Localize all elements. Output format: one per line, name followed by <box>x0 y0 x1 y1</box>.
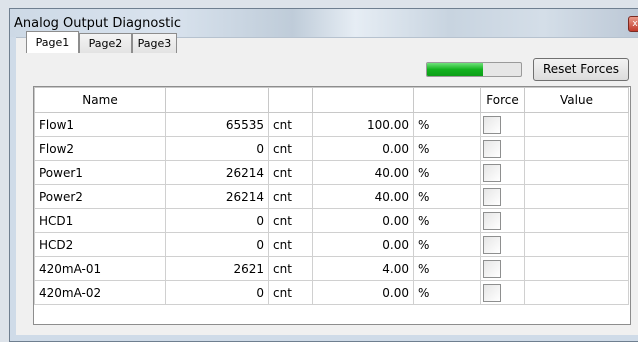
cell-count-unit: cnt <box>268 136 313 161</box>
cell-percent: 0.00 <box>312 280 414 305</box>
column-header-value[interactable]: Value <box>524 87 629 113</box>
force-checkbox[interactable] <box>483 235 501 254</box>
force-checkbox[interactable] <box>483 115 501 134</box>
cell-percent-unit: % <box>413 256 481 281</box>
progress-bar-fill <box>427 63 484 76</box>
cell-name: Power2 <box>34 184 166 209</box>
tab-page2[interactable]: Page2 <box>79 33 132 53</box>
cell-percent: 100.00 <box>312 112 414 137</box>
tab-page1[interactable]: Page1 <box>26 31 79 53</box>
reset-forces-button[interactable]: Reset Forces <box>533 58 629 81</box>
cell-percent: 40.00 <box>312 184 414 209</box>
cell-force <box>480 256 525 281</box>
cell-percent-unit: % <box>413 280 481 305</box>
column-header-percent[interactable] <box>312 87 414 113</box>
cell-force <box>480 232 525 257</box>
cell-value[interactable] <box>524 208 629 233</box>
close-icon: x <box>632 19 638 29</box>
table-row[interactable]: HCD2 0 cnt 0.00% <box>34 232 629 257</box>
close-button[interactable]: x <box>628 16 638 32</box>
cell-name: HCD2 <box>34 232 166 257</box>
cell-count-unit: cnt <box>268 256 313 281</box>
cell-name: 420mA-01 <box>34 256 166 281</box>
force-checkbox[interactable] <box>483 139 501 158</box>
table-row[interactable]: Flow1 65535 cnt 100.00% <box>34 112 629 137</box>
progress-bar <box>426 62 522 77</box>
cell-count: 0 <box>165 280 269 305</box>
force-checkbox[interactable] <box>483 283 501 302</box>
cell-count: 0 <box>165 232 269 257</box>
cell-name: Flow2 <box>34 136 166 161</box>
column-header-count-unit[interactable] <box>268 87 313 113</box>
cell-force <box>480 208 525 233</box>
cell-name: Flow1 <box>34 112 166 137</box>
output-grid: Name Force Value Flow1 65535 cnt 100.00% Flo… <box>33 86 631 325</box>
cell-percent: 0.00 <box>312 208 414 233</box>
force-checkbox[interactable] <box>483 259 501 278</box>
cell-percent-unit: % <box>413 136 481 161</box>
table-row[interactable]: Power2 26214 cnt 40.00% <box>34 184 629 209</box>
force-checkbox[interactable] <box>483 211 501 230</box>
cell-force <box>480 184 525 209</box>
cell-count: 2621 <box>165 256 269 281</box>
table-header-row: Name Force Value <box>34 87 629 113</box>
cell-count: 26214 <box>165 184 269 209</box>
cell-percent-unit: % <box>413 160 481 185</box>
table-row[interactable]: 420mA-01 2621 cnt 4.00% <box>34 256 629 281</box>
cell-count-unit: cnt <box>268 232 313 257</box>
table-row[interactable]: Flow2 0 cnt 0.00% <box>34 136 629 161</box>
cell-value[interactable] <box>524 280 629 305</box>
cell-percent: 0.00 <box>312 232 414 257</box>
cell-count-unit: cnt <box>268 280 313 305</box>
cell-count-unit: cnt <box>268 208 313 233</box>
cell-percent: 0.00 <box>312 136 414 161</box>
cell-value[interactable] <box>524 184 629 209</box>
force-checkbox[interactable] <box>483 187 501 206</box>
column-header-percent-unit[interactable] <box>413 87 481 113</box>
output-table: Name Force Value Flow1 65535 cnt 100.00% Flo… <box>34 87 629 305</box>
cell-value[interactable] <box>524 112 629 137</box>
cell-force <box>480 160 525 185</box>
cell-count-unit: cnt <box>268 112 313 137</box>
column-header-count[interactable] <box>165 87 269 113</box>
cell-value[interactable] <box>524 160 629 185</box>
window-title: Analog Output Diagnostic <box>14 16 182 31</box>
cell-force <box>480 280 525 305</box>
cell-value[interactable] <box>524 232 629 257</box>
cell-value[interactable] <box>524 256 629 281</box>
cell-percent-unit: % <box>413 232 481 257</box>
cell-value[interactable] <box>524 136 629 161</box>
cell-percent-unit: % <box>413 184 481 209</box>
table-row[interactable]: Power1 26214 cnt 40.00% <box>34 160 629 185</box>
column-header-name[interactable]: Name <box>34 87 166 113</box>
cell-percent: 40.00 <box>312 160 414 185</box>
cell-count: 26214 <box>165 160 269 185</box>
cell-force <box>480 112 525 137</box>
cell-count-unit: cnt <box>268 160 313 185</box>
column-header-force[interactable]: Force <box>480 87 525 113</box>
cell-percent: 4.00 <box>312 256 414 281</box>
table-row[interactable]: 420mA-02 0 cnt 0.00% <box>34 280 629 305</box>
cell-force <box>480 136 525 161</box>
cell-count-unit: cnt <box>268 184 313 209</box>
table-row[interactable]: HCD1 0 cnt 0.00% <box>34 208 629 233</box>
tab-page3[interactable]: Page3 <box>132 33 177 53</box>
cell-name: Power1 <box>34 160 166 185</box>
cell-count: 0 <box>165 136 269 161</box>
cell-percent-unit: % <box>413 112 481 137</box>
cell-name: HCD1 <box>34 208 166 233</box>
cell-name: 420mA-02 <box>34 280 166 305</box>
force-checkbox[interactable] <box>483 163 501 182</box>
cell-count: 65535 <box>165 112 269 137</box>
cell-percent-unit: % <box>413 208 481 233</box>
cell-count: 0 <box>165 208 269 233</box>
